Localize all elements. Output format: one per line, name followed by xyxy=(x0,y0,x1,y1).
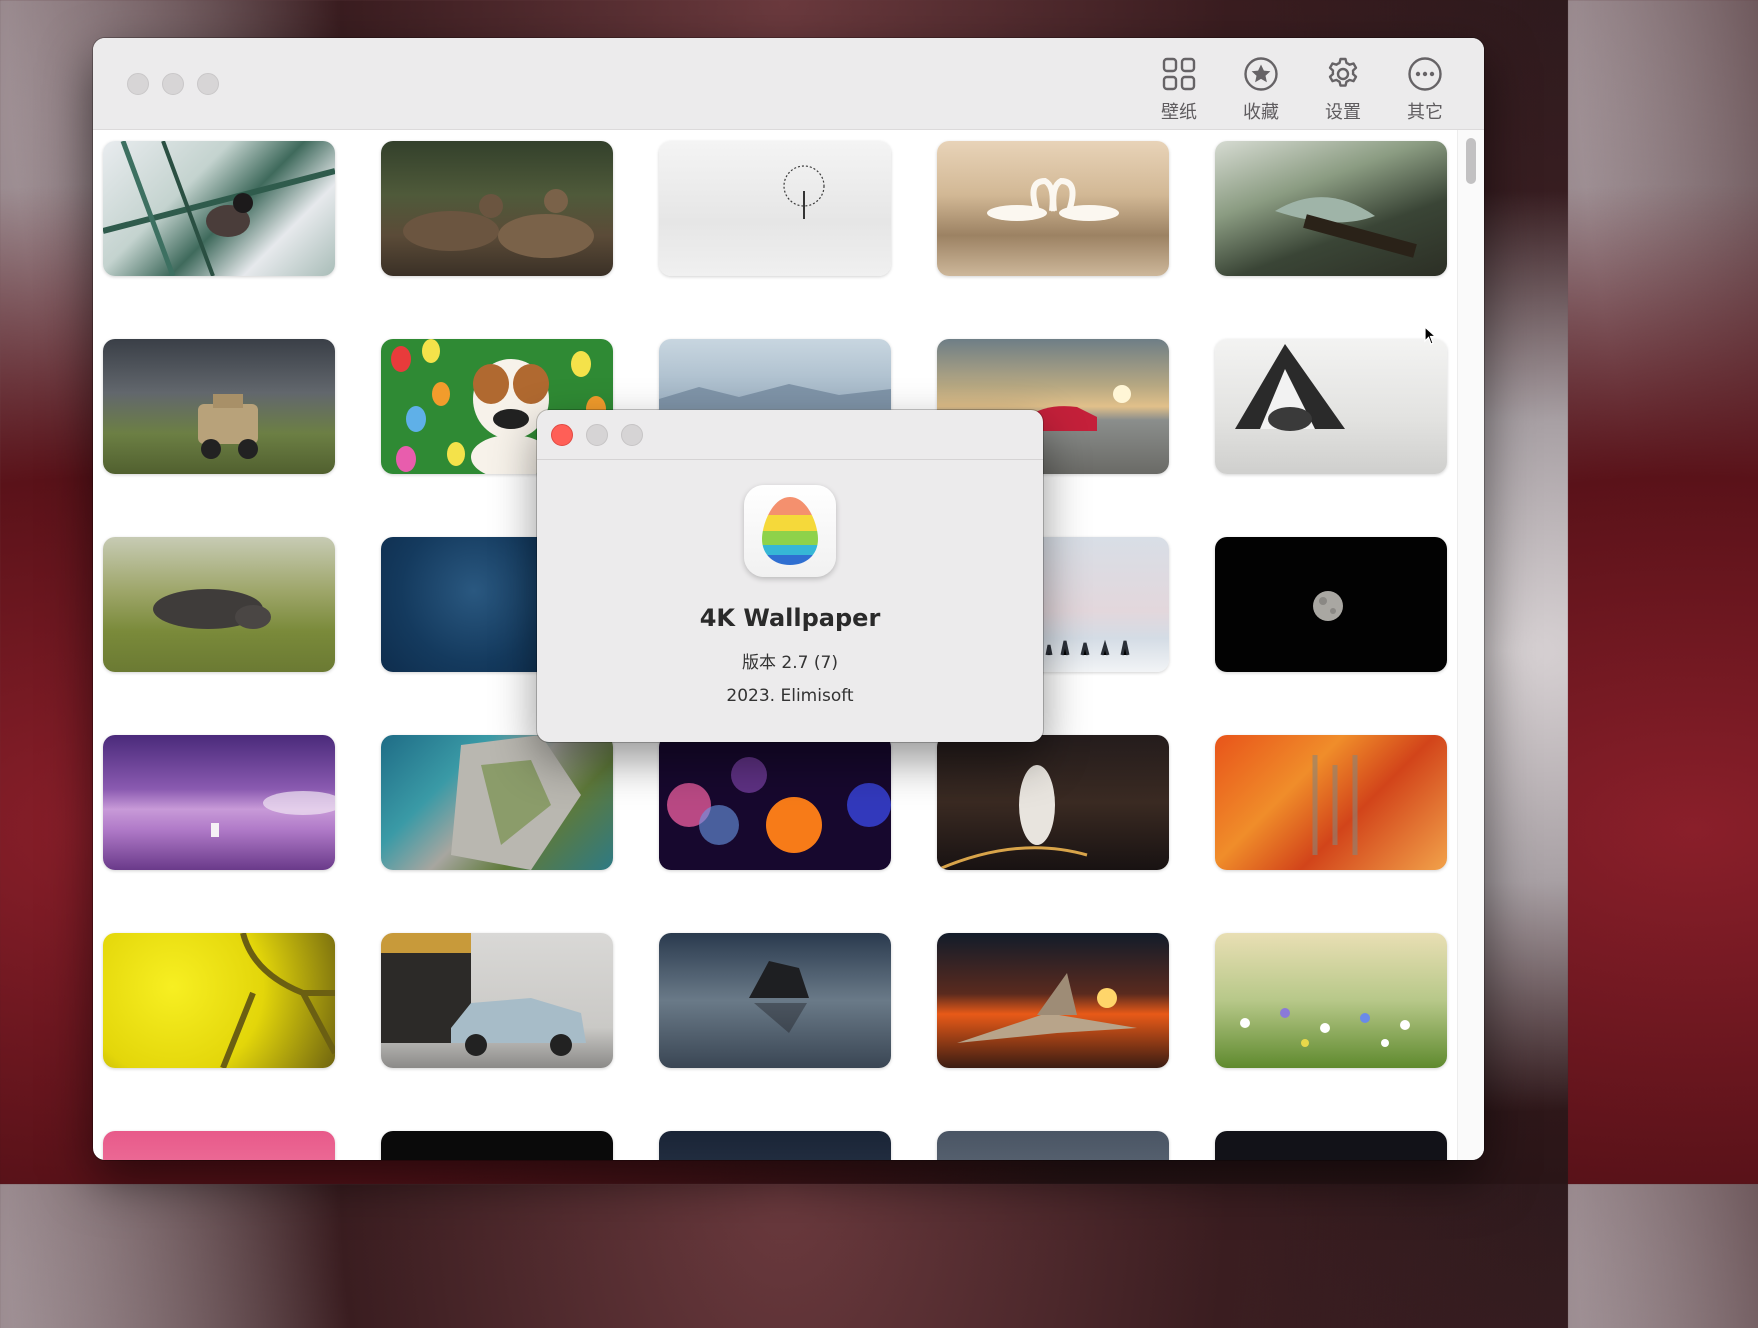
minimize-button[interactable] xyxy=(162,73,184,95)
tab-more-label: 其它 xyxy=(1407,102,1443,123)
wallpaper-karst-island[interactable] xyxy=(381,735,613,870)
about-minimize-button xyxy=(586,424,608,446)
wallpaper-iguana[interactable] xyxy=(1215,141,1447,276)
app-icon xyxy=(744,485,836,577)
wallpaper-suv-storefront[interactable] xyxy=(381,933,613,1068)
wallpaper-sea-rock[interactable] xyxy=(659,933,891,1068)
wallpaper-orange-abstract[interactable] xyxy=(1215,735,1447,870)
tab-settings-label: 设置 xyxy=(1325,102,1361,123)
wallpaper-armored-vehicle[interactable] xyxy=(103,339,335,474)
wallpaper-wildflowers[interactable] xyxy=(1215,933,1447,1068)
app-copyright: 2023. Elimisoft xyxy=(726,686,854,706)
wallpaper-purple-sunset[interactable] xyxy=(103,735,335,870)
vertical-scrollbar[interactable] xyxy=(1457,130,1484,1160)
wallpaper-lone-tree-snow[interactable] xyxy=(659,141,891,276)
wallpaper-city-bridge[interactable] xyxy=(937,1131,1169,1160)
close-button[interactable] xyxy=(127,73,149,95)
wallpaper-bird-on-bamboo[interactable] xyxy=(103,141,335,276)
wallpaper-anime-girl-night[interactable] xyxy=(937,735,1169,870)
wallpaper-yellow-cells[interactable] xyxy=(103,933,335,1068)
wallpaper-deer-resting[interactable] xyxy=(381,141,613,276)
wallpaper-swans-heart[interactable] xyxy=(937,141,1169,276)
about-dialog: 4K Wallpaper 版本 2.7 (7) 2023. Elimisoft xyxy=(537,410,1043,742)
tab-settings[interactable]: 设置 xyxy=(1312,56,1374,124)
about-close-button[interactable] xyxy=(551,424,573,446)
scrollbar-thumb[interactable] xyxy=(1466,138,1476,184)
wallpaper-fighter-jet-sunset[interactable] xyxy=(937,933,1169,1068)
mouse-pointer-icon xyxy=(1424,326,1438,345)
about-dialog-titlebar xyxy=(537,410,1043,460)
app-version: 版本 2.7 (7) xyxy=(742,653,838,673)
zoom-button[interactable] xyxy=(197,73,219,95)
window-controls xyxy=(127,73,219,95)
star-icon xyxy=(1244,57,1278,91)
wallpaper-dark-rain[interactable] xyxy=(1215,1131,1447,1160)
wallpaper-dog-in-teepee[interactable] xyxy=(1215,339,1447,474)
wallpaper-pink-flowers[interactable] xyxy=(103,1131,335,1160)
tab-wallpapers-label: 壁纸 xyxy=(1161,102,1197,123)
titlebar: 壁纸 收藏 设置 其它 xyxy=(93,38,1484,130)
app-name: 4K Wallpaper xyxy=(699,604,881,632)
wallpaper-bokeh-lights[interactable] xyxy=(659,735,891,870)
wallpaper-seal-on-grass[interactable] xyxy=(103,537,335,672)
gear-icon xyxy=(1328,57,1358,87)
tab-favorites-label: 收藏 xyxy=(1243,102,1279,123)
wallpaper-moon[interactable] xyxy=(1215,537,1447,672)
tab-more[interactable]: 其它 xyxy=(1394,56,1456,124)
about-dialog-controls xyxy=(551,424,643,446)
tab-favorites[interactable]: 收藏 xyxy=(1230,56,1292,124)
wallpaper-dark-object[interactable] xyxy=(381,1131,613,1160)
wallpaper-night-blue[interactable] xyxy=(659,1131,891,1160)
more-icon xyxy=(1408,57,1442,91)
rainbow-egg-icon xyxy=(762,497,818,565)
toolbar: 壁纸 收藏 设置 其它 xyxy=(1148,56,1456,124)
about-zoom-button xyxy=(621,424,643,446)
tab-wallpapers[interactable]: 壁纸 xyxy=(1148,56,1210,124)
grid-icon xyxy=(1162,57,1196,91)
